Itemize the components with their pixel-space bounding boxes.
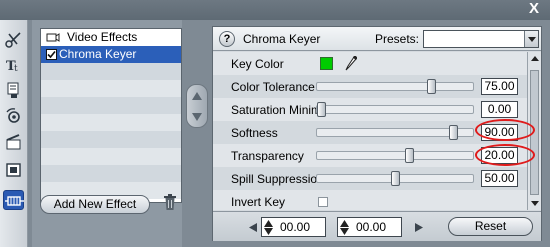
presets-dropdown[interactable] [423,30,539,48]
param-label: Transparency [231,149,304,163]
slider-thumb[interactable] [317,102,326,117]
next-keyframe-icon[interactable] [415,223,423,232]
param-label: Invert Key [231,195,286,209]
param-row-key-color: Key Color [213,52,527,75]
param-row-transparency: Transparency 20.00 [213,144,527,167]
move-up-button[interactable] [187,85,207,106]
properties-footer: 00.00 00.00 Reset [213,211,541,241]
previous-keyframe-icon[interactable] [249,223,257,232]
slider-thumb[interactable] [405,148,414,163]
arrow-up-icon [192,91,202,100]
presets-label: Presets: [375,32,420,46]
video-camera-icon [46,33,60,42]
softness-value[interactable]: 90.00 [481,124,518,141]
transparency-value[interactable]: 20.00 [481,147,518,164]
list-item-empty [41,165,181,182]
slider-thumb[interactable] [427,79,436,94]
trash-icon[interactable] [162,193,178,211]
text-title-icon[interactable]: Tt [3,55,24,75]
parameter-list: Key Color Color Tolerance 75.00 Saturati… [213,52,527,210]
effect-title: Chroma Keyer [243,32,321,46]
effect-properties-panel: ? Chroma Keyer Presets: Key Color Color … [212,26,542,241]
spill-suppression-slider[interactable] [316,171,474,186]
saturation-minimum-value[interactable]: 0.00 [481,101,518,118]
list-header-label: Video Effects [67,30,138,44]
param-row-saturation-minimum: Saturation Minim... 0.00 [213,98,527,121]
param-row-invert-key: Invert Key [213,190,527,210]
effects-list-panel: Video Effects Chroma Keyer Add New Effec… [32,20,182,247]
invert-key-checkbox[interactable] [318,197,328,207]
param-label: Key Color [231,57,284,71]
color-tolerance-slider[interactable] [316,79,474,94]
spin-arrows[interactable] [264,219,274,235]
spill-suppression-value[interactable]: 50.00 [481,170,518,187]
help-icon[interactable]: ? [219,31,235,47]
svg-text:t: t [14,64,18,74]
scroll-up-button[interactable] [528,52,541,65]
list-item-empty [41,97,181,114]
param-label: Softness [231,126,278,140]
param-row-softness: Softness 90.00 [213,121,527,144]
list-item-label: Chroma Keyer [59,47,137,61]
start-time-field[interactable]: 00.00 [261,217,326,237]
list-item-empty [41,63,181,80]
key-color-swatch[interactable] [320,57,333,70]
end-time-field[interactable]: 00.00 [337,217,402,237]
arrow-up-icon [264,220,273,227]
list-item-empty [41,148,181,165]
arrow-down-icon [264,228,273,235]
properties-scrollbar[interactable] [527,52,541,210]
scroll-down-button[interactable] [528,197,541,210]
clapper-icon[interactable] [3,132,24,152]
list-item-empty [41,131,181,148]
add-new-effect-button[interactable]: Add New Effect [40,195,150,214]
close-button[interactable]: X [526,1,542,17]
frame-icon[interactable] [3,160,24,180]
tool-column: Tt [0,20,28,247]
stamp-icon[interactable] [3,80,24,100]
param-label: Color Tolerance [231,80,315,94]
list-item-empty [41,80,181,97]
title-bar: X [0,0,550,20]
color-tolerance-value[interactable]: 75.00 [481,78,518,95]
arrow-up-icon [530,56,539,61]
list-item-empty [41,114,181,131]
list-header: Video Effects [41,29,181,46]
softness-slider[interactable] [316,125,474,140]
saturation-minimum-slider[interactable] [316,102,474,117]
chevron-down-icon [527,36,536,42]
param-label: Spill Suppression [231,172,324,186]
arrow-down-icon [192,112,202,121]
arrow-up-icon [340,220,349,227]
spin-arrows[interactable] [340,219,350,235]
param-row-spill-suppression: Spill Suppression 50.00 [213,167,527,190]
slider-thumb[interactable] [449,125,458,140]
scrollbar-thumb[interactable] [530,70,539,195]
properties-header: ? Chroma Keyer Presets: [213,27,541,51]
reset-button[interactable]: Reset [448,217,533,236]
video-effects-icon[interactable] [3,190,24,210]
param-row-color-tolerance: Color Tolerance 75.00 [213,75,527,98]
move-down-button[interactable] [187,106,207,127]
effects-list: Video Effects Chroma Keyer [40,28,182,203]
audio-note-icon[interactable] [3,106,24,126]
arrow-down-icon [340,228,349,235]
transparency-slider[interactable] [316,148,474,163]
scissors-icon[interactable] [3,30,24,50]
slider-thumb[interactable] [391,171,400,186]
checkbox-checked-icon[interactable] [46,49,57,60]
effects-window: X Tt Video Effects Chroma Keyer Add New … [0,0,550,247]
list-item-chroma-keyer[interactable]: Chroma Keyer [41,46,181,63]
arrow-down-icon [530,201,539,206]
eyedropper-icon[interactable] [345,56,357,71]
reorder-control [186,84,208,128]
start-time-value: 00.00 [280,220,311,234]
dropdown-button[interactable] [524,31,538,47]
end-time-value: 00.00 [356,220,387,234]
